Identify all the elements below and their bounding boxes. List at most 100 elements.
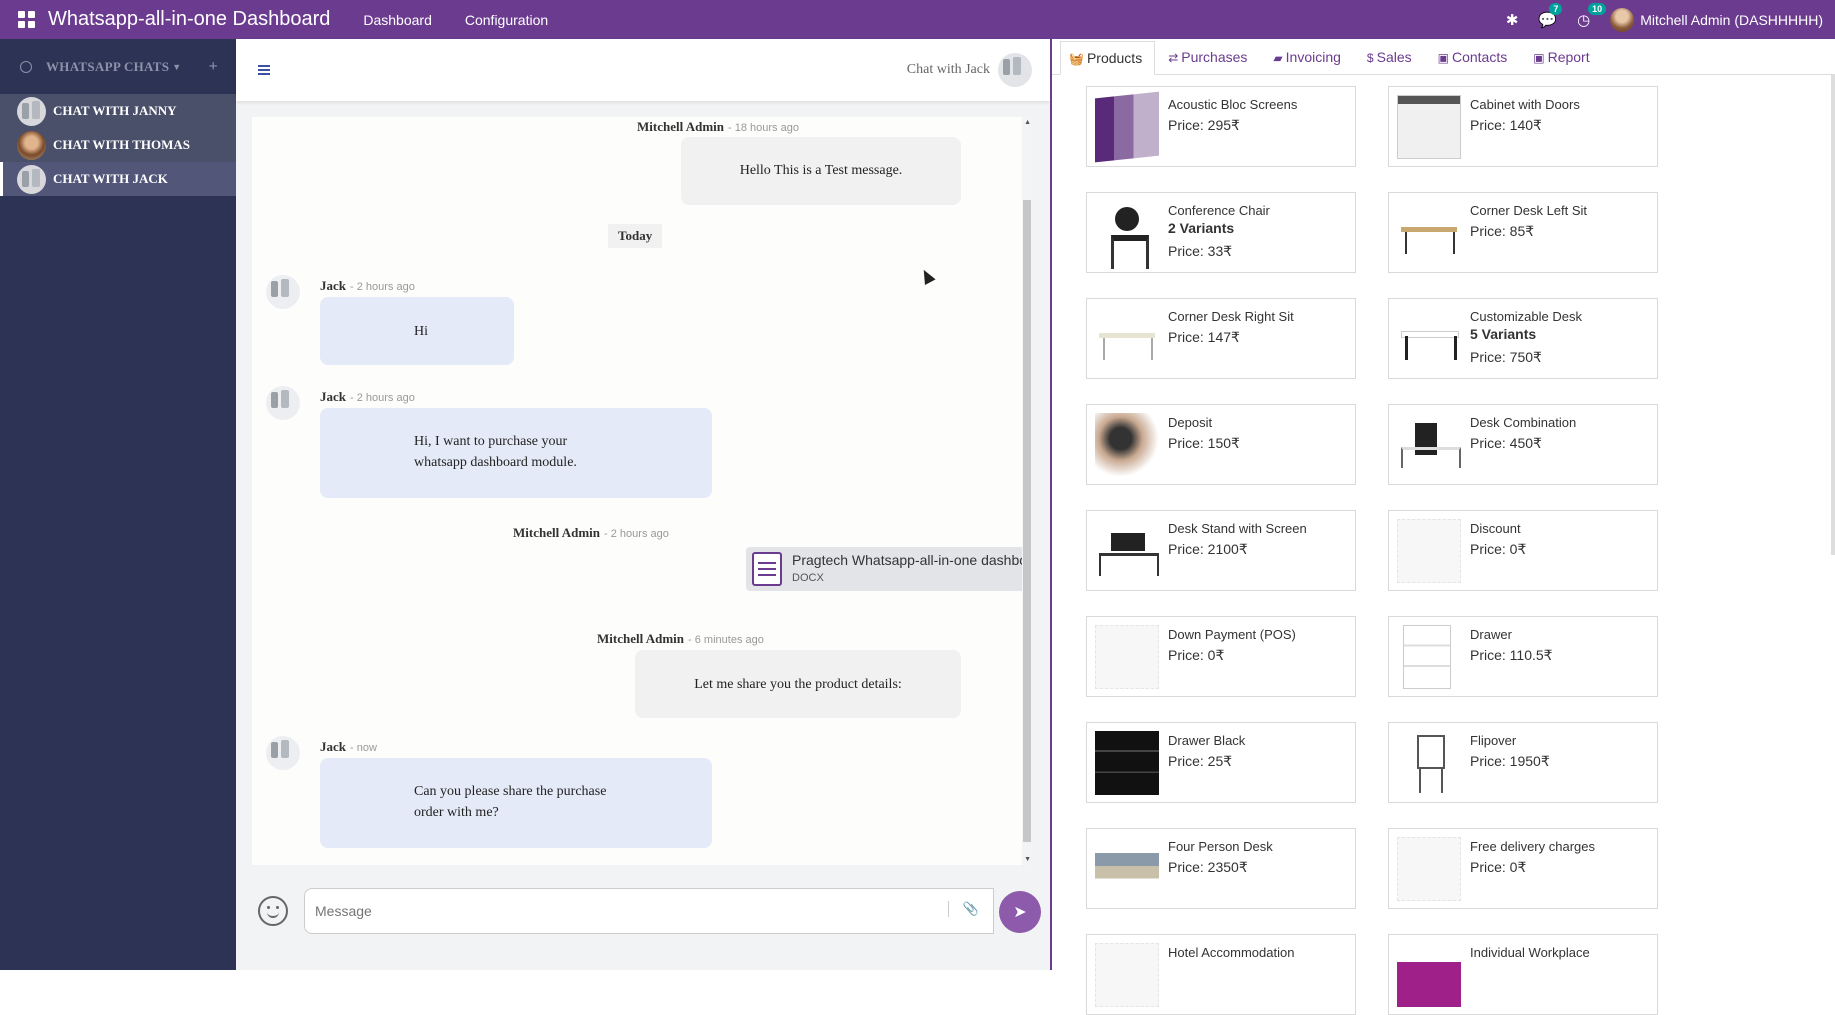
avatar <box>17 130 46 160</box>
messages-icon[interactable]: 💬 7 <box>1538 2 1563 29</box>
product-price: Price: 140₹ <box>1470 117 1542 133</box>
chat-item-janny[interactable]: CHAT WITH JANNY <box>0 94 236 128</box>
product-price: Price: 295₹ <box>1168 117 1240 133</box>
message-meta: Jack - 2 hours ago <box>320 389 415 405</box>
chat-header: Chat with Jack <box>236 39 1050 101</box>
apps-menu-icon[interactable] <box>14 10 38 30</box>
sidebar-header: WHATSAPP CHATS ▼ + <box>0 39 236 94</box>
activity-clock-icon[interactable]: ◷ 10 <box>1577 2 1607 29</box>
tab-products[interactable]: 🧺 Products <box>1060 41 1156 75</box>
product-price: Price: 33₹ <box>1168 243 1233 259</box>
product-card[interactable]: Hotel Accommodation <box>1086 934 1356 1015</box>
send-button[interactable]: ➤ <box>999 891 1041 933</box>
avatar <box>266 275 300 309</box>
exchange-icon: ⇄ <box>1168 51 1179 65</box>
file-attachment[interactable]: Pragtech Whatsapp-all-in-one dashboard d… <box>746 547 1032 591</box>
scrollbar-thumb[interactable] <box>1023 200 1031 842</box>
product-name: Down Payment (POS) <box>1168 627 1296 642</box>
tab-label: Sales <box>1376 49 1412 65</box>
placeholder-image-icon <box>1397 519 1461 583</box>
document-icon <box>752 552 782 586</box>
tab-label: Purchases <box>1181 49 1248 65</box>
desk-icon <box>1397 201 1461 265</box>
tab-sales[interactable]: $ Sales <box>1354 49 1425 74</box>
product-card[interactable]: Down Payment (POS) Price: 0₹ <box>1086 616 1356 697</box>
product-card[interactable]: Desk Combination Price: 450₹ <box>1388 404 1658 485</box>
tab-contacts[interactable]: ▣ Contacts <box>1425 49 1521 74</box>
desk-icon <box>1397 307 1461 371</box>
product-card[interactable]: Four Person Desk Price: 2350₹ <box>1086 828 1356 909</box>
message-input[interactable] <box>305 889 925 933</box>
basket-icon: 🧺 <box>1069 52 1084 66</box>
message-thread[interactable]: Mitchell Admin - 18 hours ago Hello This … <box>252 117 1032 865</box>
add-chat-icon[interactable]: + <box>209 58 218 76</box>
avatar <box>998 53 1032 87</box>
product-price: Price: 150₹ <box>1168 435 1240 451</box>
day-separator: Today <box>608 224 663 248</box>
product-card[interactable]: Free delivery charges Price: 0₹ <box>1388 828 1658 909</box>
tab-invoicing[interactable]: ▰ Invoicing <box>1260 49 1354 74</box>
product-card[interactable]: Corner Desk Right Sit Price: 147₹ <box>1086 298 1356 379</box>
product-card[interactable]: Individual Workplace <box>1388 934 1658 1015</box>
product-card[interactable]: Drawer Price: 110.5₹ <box>1388 616 1658 697</box>
tab-label: Contacts <box>1451 49 1508 65</box>
message-author: Mitchell Admin <box>597 631 685 646</box>
menu-dashboard[interactable]: Dashboard <box>363 12 432 28</box>
chat-item-jack[interactable]: CHAT WITH JACK <box>0 162 236 196</box>
product-price: Price: 450₹ <box>1470 435 1542 451</box>
message-author: Jack <box>320 389 346 404</box>
message-line: order with me? <box>414 805 499 820</box>
placeholder-image-icon <box>1095 943 1159 1007</box>
caret-down-icon[interactable]: ▼ <box>172 62 181 72</box>
four-person-desk-icon <box>1095 837 1159 901</box>
paperclip-icon[interactable]: 📎 <box>947 901 979 917</box>
product-name: Free delivery charges <box>1470 839 1595 854</box>
product-card[interactable]: Acoustic Bloc Screens Price: 295₹ <box>1086 86 1356 167</box>
app-brand[interactable]: Whatsapp-all-in-one Dashboard <box>48 8 330 31</box>
product-name: Individual Workplace <box>1470 945 1590 960</box>
product-card[interactable]: Corner Desk Left Sit Price: 85₹ <box>1388 192 1658 273</box>
product-card[interactable]: Drawer Black Price: 25₹ <box>1086 722 1356 803</box>
attachment-filename[interactable]: Pragtech Whatsapp-all-in-one dashboard d… <box>792 552 1032 568</box>
tab-purchases[interactable]: ⇄ Purchases <box>1155 49 1260 74</box>
message-bubble: Can you please share the purchase order … <box>320 758 712 848</box>
sidebar-title[interactable]: WHATSAPP CHATS <box>46 59 169 75</box>
scroll-down-icon[interactable]: ▼ <box>1024 856 1031 863</box>
message-composer: 📎 ➤ <box>258 888 1041 936</box>
panel-scrollbar[interactable] <box>1831 75 1835 555</box>
product-card[interactable]: Desk Stand with Screen Price: 2100₹ <box>1086 510 1356 591</box>
menu-configuration[interactable]: Configuration <box>465 12 548 28</box>
product-card[interactable]: Conference Chair 2 Variants Price: 33₹ <box>1086 192 1356 273</box>
hamburger-icon[interactable] <box>258 63 270 77</box>
chat-sidebar: WHATSAPP CHATS ▼ + CHAT WITH JANNY CHAT … <box>0 39 236 970</box>
product-price: Price: 110.5₹ <box>1470 647 1553 663</box>
product-card[interactable]: Customizable Desk 5 Variants Price: 750₹ <box>1388 298 1658 379</box>
product-card[interactable]: Flipover Price: 1950₹ <box>1388 722 1658 803</box>
product-card[interactable]: Discount Price: 0₹ <box>1388 510 1658 591</box>
bug-icon[interactable]: ✱ <box>1506 11 1519 29</box>
product-card[interactable]: Cabinet with Doors Price: 140₹ <box>1388 86 1658 167</box>
avatar <box>17 164 46 194</box>
chat-item-thomas[interactable]: CHAT WITH THOMAS <box>0 128 236 162</box>
thread-scrollbar[interactable]: ▲ ▼ <box>1022 117 1032 865</box>
contact-card-icon: ▣ <box>1437 51 1449 65</box>
chat-panel: Chat with Jack Mitchell Admin - 18 hours … <box>236 39 1050 970</box>
emoji-icon[interactable] <box>258 896 288 926</box>
product-name: Conference Chair <box>1168 203 1270 218</box>
product-price: Price: 1950₹ <box>1470 753 1550 769</box>
message-author: Mitchell Admin <box>637 119 725 134</box>
message-input-box[interactable]: 📎 <box>304 888 994 934</box>
tab-report[interactable]: ▣ Report <box>1520 49 1602 74</box>
product-name: Desk Combination <box>1470 415 1577 430</box>
user-menu[interactable]: Mitchell Admin (DASHHHHH) <box>1640 12 1823 28</box>
message-time: - 2 hours ago <box>350 392 415 404</box>
chat-item-label: CHAT WITH JACK <box>53 171 168 186</box>
message-author: Jack <box>320 278 346 293</box>
product-card[interactable]: Deposit Price: 150₹ <box>1086 404 1356 485</box>
product-price: Price: 85₹ <box>1470 223 1535 239</box>
message-meta: Mitchell Admin - 2 hours ago <box>513 525 669 541</box>
user-avatar[interactable] <box>1610 7 1635 32</box>
drawer-icon <box>1403 625 1451 689</box>
scroll-up-icon[interactable]: ▲ <box>1024 119 1031 126</box>
dollar-icon: $ <box>1366 51 1374 65</box>
